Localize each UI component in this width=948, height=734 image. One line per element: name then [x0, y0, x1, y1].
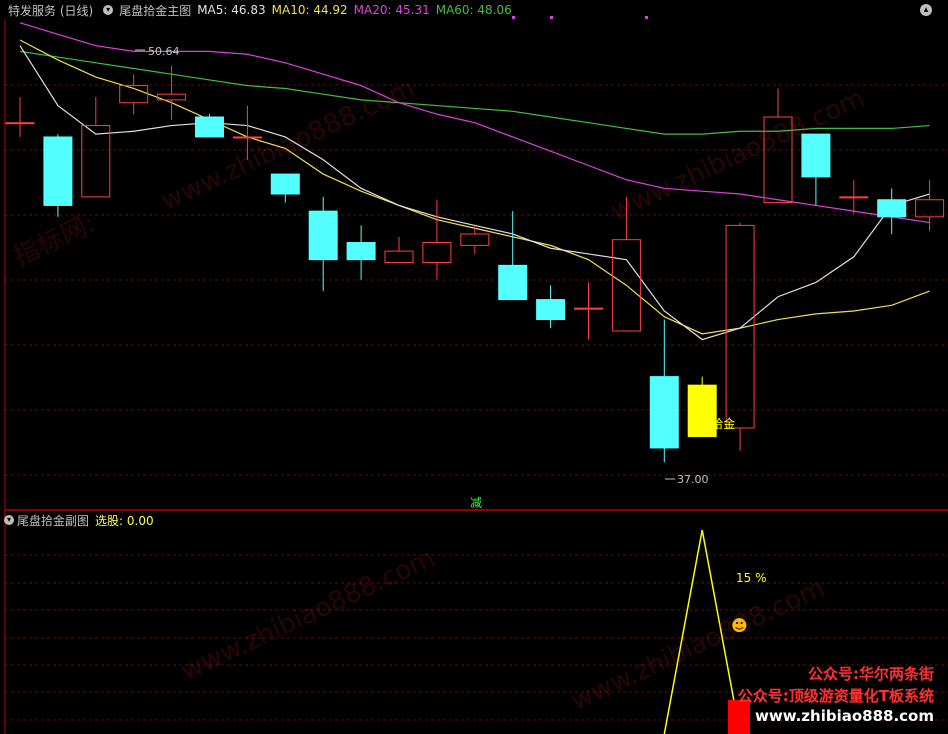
signal-label: ▲拾金	[702, 416, 735, 431]
ma5-value: MA5: 46.83	[197, 3, 266, 17]
ma5-line	[19, 45, 930, 341]
ma60-line	[19, 50, 930, 135]
promo-line: 公众号:华尔两条街	[808, 665, 934, 683]
window-title: 特发服务 (日线)	[8, 3, 94, 18]
candle-body	[195, 116, 224, 138]
candle-body	[308, 210, 338, 261]
ma20-value: MA20: 45.31	[353, 3, 430, 17]
sub-chart-header: ▾ 尾盘拾金副图 选股: 0.00	[0, 511, 154, 529]
candle-body	[232, 136, 262, 139]
candle-body	[81, 125, 111, 198]
kline-chart[interactable]: 减 50.64 37.00 ▲拾金 15 % ☻	[0, 0, 948, 734]
ma10-value: MA10: 44.92	[271, 3, 348, 17]
candle-body	[915, 199, 945, 218]
candle-body	[839, 196, 869, 199]
candle-body	[763, 116, 793, 204]
candle-body	[422, 242, 452, 264]
indicator-name[interactable]: 尾盘拾金主图	[119, 2, 191, 19]
candle-body	[498, 264, 528, 301]
candle-body	[574, 307, 603, 310]
promo-url: www.zhibiao888.com	[754, 707, 934, 725]
chevron-up-icon[interactable]: ▴	[920, 4, 932, 16]
smile-icon: ☻	[731, 616, 748, 635]
chevron-down-icon[interactable]: ▾	[4, 515, 14, 525]
ma60-value: MA60: 48.06	[435, 3, 512, 17]
promo-line: 公众号:顶级游资量化T板系统	[737, 687, 934, 705]
low-price-label: 37.00	[677, 473, 709, 486]
select-value: 选股: 0.00	[95, 513, 154, 528]
candle-body	[346, 242, 376, 261]
candle-body	[649, 376, 679, 449]
candle-body	[5, 122, 35, 125]
ma10-line	[19, 39, 930, 335]
candle-body	[725, 224, 755, 429]
divider-marker: 减	[470, 496, 482, 510]
sub-indicator-name[interactable]: 尾盘拾金副图	[17, 512, 89, 529]
candle-body	[270, 173, 300, 195]
chart-header: 特发服务 (日线) ▾ 尾盘拾金主图 MA5: 46.83 MA10: 44.9…	[0, 0, 948, 20]
candle-body	[536, 299, 566, 321]
candle-body	[460, 233, 490, 246]
candle-body	[43, 136, 73, 206]
chevron-down-icon[interactable]: ▾	[103, 5, 114, 15]
candle-body	[801, 133, 831, 178]
candle-body	[384, 250, 414, 264]
candle-body	[877, 199, 907, 218]
high-price-label: 50.64	[148, 45, 180, 58]
sub-pct-label: 15 %	[736, 571, 767, 585]
